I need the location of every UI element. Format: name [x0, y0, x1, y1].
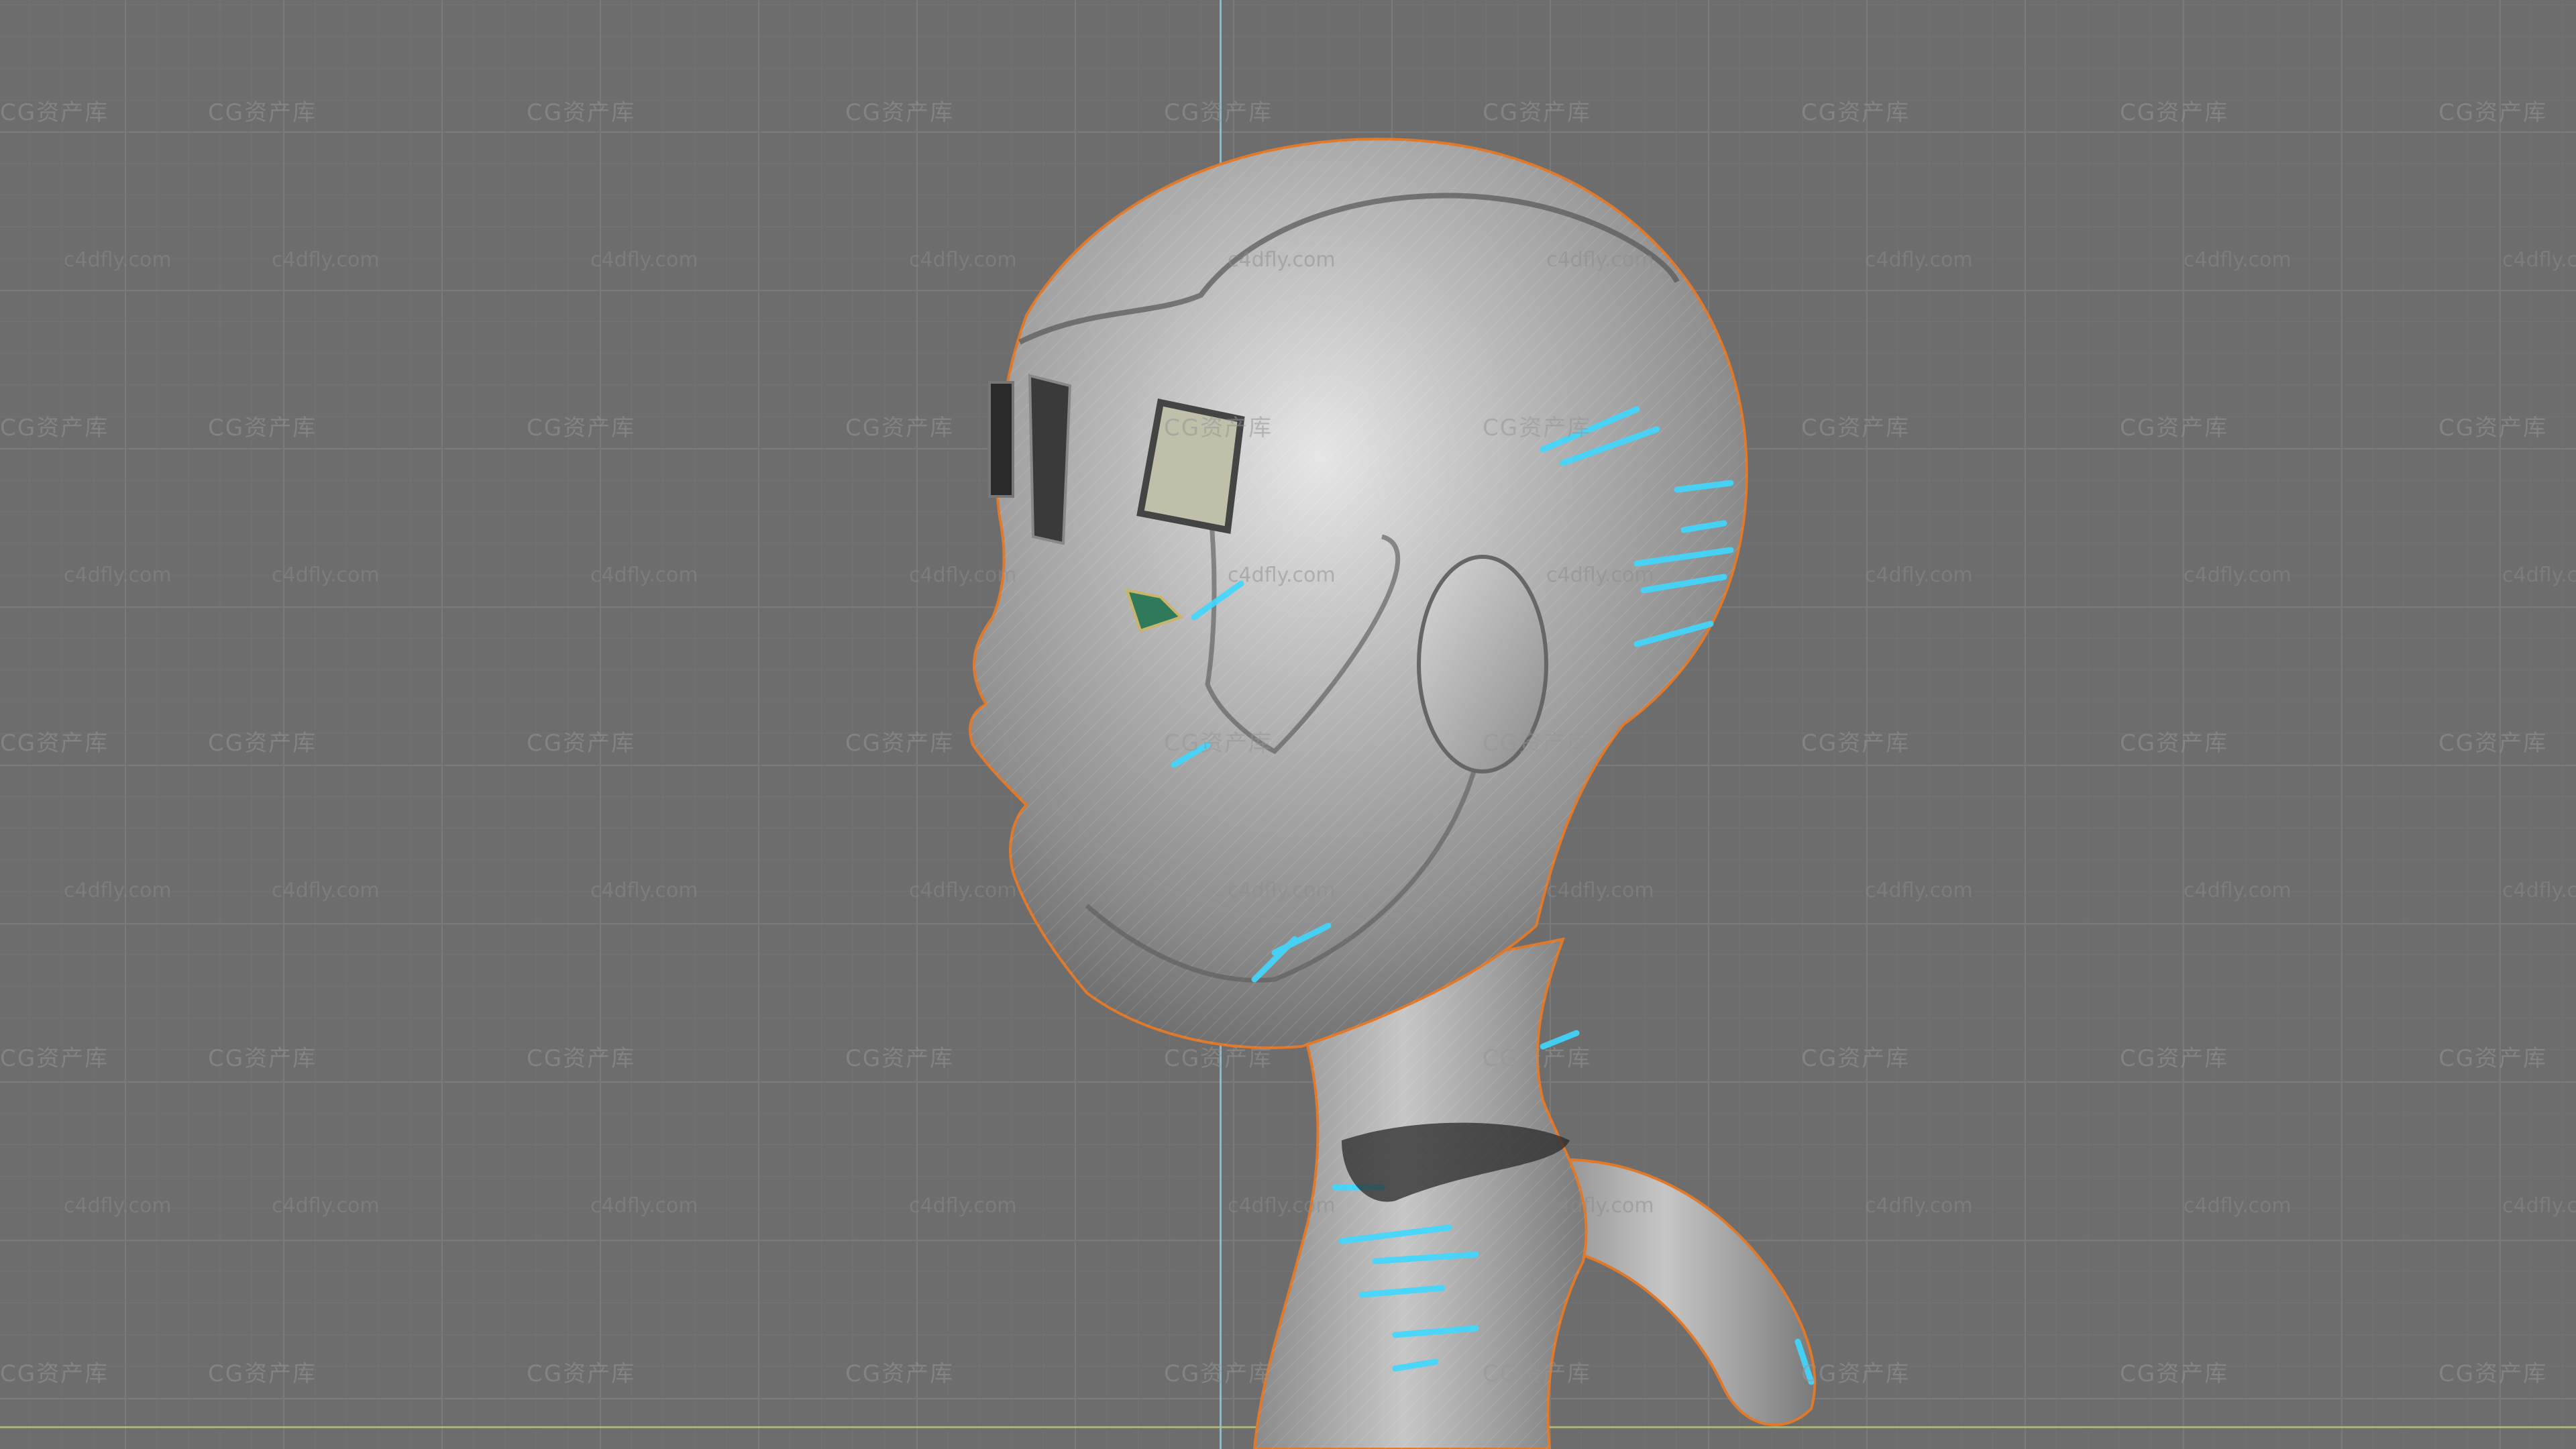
watermark-logo: CG资产库 — [2120, 415, 2229, 441]
watermark-site: c4dfly.com — [272, 879, 380, 902]
watermark-logo: CG资产库 — [2120, 1360, 2229, 1387]
watermark-site: c4dfly.com — [1865, 248, 1973, 272]
watermark-logo: CG资产库 — [2438, 99, 2548, 126]
watermark-logo: CG资产库 — [1801, 730, 1911, 757]
watermark-logo: CG资产库 — [845, 99, 955, 126]
watermark-site: c4dfly.com — [1546, 248, 1654, 272]
watermark-site: c4dfly.com — [272, 1194, 380, 1218]
watermark-site: c4dfly.com — [2184, 1194, 2292, 1218]
watermark-logo: CG资产库 — [2438, 1360, 2548, 1387]
watermark-logo: CG资产库 — [0, 730, 109, 757]
watermark-site: c4dfly.com — [1546, 564, 1654, 587]
watermark-site: c4dfly.com — [1228, 1194, 1336, 1218]
watermark-logo: CG资产库 — [208, 1360, 317, 1387]
watermark-site: c4dfly.com — [1546, 1194, 1654, 1218]
watermark-site: c4dfly.com — [1865, 879, 1973, 902]
watermark-logo: CG资产库 — [527, 99, 636, 126]
watermark-logo: CG资产库 — [2120, 730, 2229, 757]
watermark-logo: CG资产库 — [1483, 1045, 1592, 1072]
watermark-logo: CG资产库 — [1483, 730, 1592, 757]
watermark-logo: CG资产库 — [0, 1045, 109, 1072]
watermark-site: c4dfly.com — [909, 879, 1017, 902]
watermark-logo: CG资产库 — [2120, 1045, 2229, 1072]
watermark-logo: CG资产库 — [845, 415, 955, 441]
watermark-site: c4dfly.com — [1228, 248, 1336, 272]
watermark-logo: CG资产库 — [527, 730, 636, 757]
watermark-site: c4dfly.com — [2184, 248, 2292, 272]
watermark-logo: CG资产库 — [2438, 1045, 2548, 1072]
watermark-site: c4dfly.com — [1228, 564, 1336, 587]
watermark-site: c4dfly.com — [2502, 1194, 2576, 1218]
watermark-logo: CG资产库 — [208, 1045, 317, 1072]
watermark-logo: CG资产库 — [1164, 99, 1273, 126]
watermark-site: c4dfly.com — [909, 1194, 1017, 1218]
watermark-logo: CG资产库 — [1164, 1360, 1273, 1387]
watermark-logo: CG资产库 — [0, 1360, 109, 1387]
watermark-site: c4dfly.com — [2502, 248, 2576, 272]
watermark-logo: CG资产库 — [527, 1360, 636, 1387]
watermark-site: c4dfly.com — [1546, 879, 1654, 902]
watermark-site: c4dfly.com — [590, 564, 698, 587]
watermark-site: c4dfly.com — [64, 248, 172, 272]
watermark-logo: CG资产库 — [1801, 415, 1911, 441]
watermark-site: c4dfly.com — [2184, 564, 2292, 587]
watermark-logo: CG资产库 — [0, 99, 109, 126]
watermark-logo: CG资产库 — [845, 1045, 955, 1072]
watermark-site: c4dfly.com — [2502, 879, 2576, 902]
watermark-site: c4dfly.com — [272, 564, 380, 587]
watermark-logo: CG资产库 — [0, 415, 109, 441]
watermark-logo: CG资产库 — [1483, 415, 1592, 441]
3d-viewport[interactable]: CG资产库 CG资产库 CG资产库 CG资产库 CG资产库 CG资产库 CG资产库 CG资产库… — [0, 0, 2576, 1449]
watermark-site: c4dfly.com — [590, 1194, 698, 1218]
watermark-site: c4dfly.com — [1228, 879, 1336, 902]
watermark-logo: CG资产库 — [208, 415, 317, 441]
watermark-logo: CG资产库 — [208, 730, 317, 757]
watermark-logo: CG资产库 — [527, 415, 636, 441]
watermark-logo: CG资产库 — [1164, 730, 1273, 757]
watermark-logo: CG资产库 — [1801, 1045, 1911, 1072]
watermark-site: c4dfly.com — [909, 564, 1017, 587]
watermark-site: c4dfly.com — [2502, 564, 2576, 587]
watermark-site: c4dfly.com — [272, 248, 380, 272]
watermark-logo: CG资产库 — [2438, 415, 2548, 441]
watermark-site: c4dfly.com — [64, 1194, 172, 1218]
watermark-site: c4dfly.com — [64, 879, 172, 902]
watermark-logo: CG资产库 — [1801, 99, 1911, 126]
visor-plate-front — [988, 381, 1014, 498]
watermark-site: c4dfly.com — [590, 248, 698, 272]
watermark-site: c4dfly.com — [2184, 879, 2292, 902]
watermark-site: c4dfly.com — [64, 564, 172, 587]
watermark-site: c4dfly.com — [1865, 1194, 1973, 1218]
watermark-logo: CG资产库 — [1483, 99, 1592, 126]
watermark-logo: CG资产库 — [1483, 1360, 1592, 1387]
watermark-site: c4dfly.com — [590, 879, 698, 902]
watermark-site: c4dfly.com — [909, 248, 1017, 272]
watermark-logo: CG资产库 — [845, 730, 955, 757]
watermark-logo: CG资产库 — [1164, 415, 1273, 441]
watermark-logo: CG资产库 — [1164, 1045, 1273, 1072]
watermark-logo: CG资产库 — [1801, 1360, 1911, 1387]
watermark-logo: CG资产库 — [2120, 99, 2229, 126]
watermark-logo: CG资产库 — [208, 99, 317, 126]
watermark-logo: CG资产库 — [2438, 730, 2548, 757]
watermark-logo: CG资产库 — [845, 1360, 955, 1387]
visor-plate-side — [1028, 374, 1072, 545]
watermark-site: c4dfly.com — [1865, 564, 1973, 587]
watermark-logo: CG资产库 — [527, 1045, 636, 1072]
